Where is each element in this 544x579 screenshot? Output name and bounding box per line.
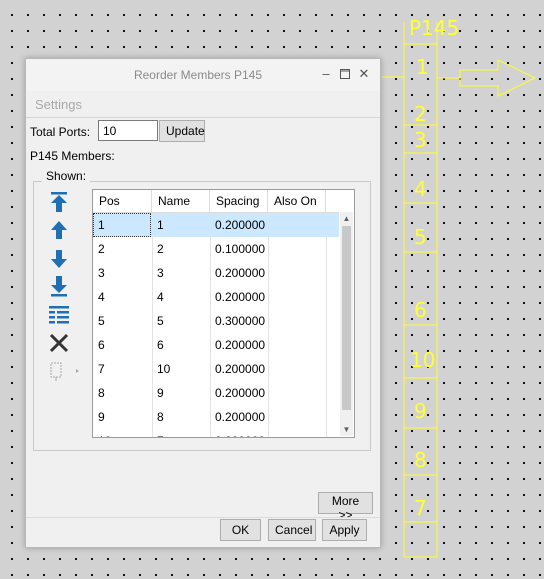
table-row[interactable]: 8 9 0.200000 — [93, 381, 339, 405]
schematic-pin-label: 2 — [414, 102, 427, 126]
list-icon[interactable] — [48, 304, 70, 326]
cell-name: 1 — [157, 218, 164, 232]
column-header-also-on[interactable]: Also On — [268, 190, 326, 212]
cell-spacing: 0.200000 — [215, 338, 266, 352]
move-down-icon[interactable] — [48, 248, 70, 270]
table-header: Pos Name Spacing Also On — [93, 190, 339, 213]
cell-also-on — [268, 309, 326, 333]
cell-name: 2 — [157, 242, 164, 256]
cell-pos: 7 — [98, 362, 105, 376]
members-label: P145 Members: — [30, 149, 115, 163]
column-header-pos[interactable]: Pos — [93, 190, 152, 212]
cell-pos: 6 — [98, 338, 105, 352]
maximize-icon[interactable] — [337, 66, 353, 82]
reorder-members-dialog: Reorder Members P145 – ✕ Settings Total … — [25, 58, 381, 548]
schematic-pin-label: 6 — [414, 298, 427, 322]
cell-spacing: 0.200000 — [210, 429, 268, 437]
table-row[interactable]: 3 3 0.200000 — [93, 261, 339, 285]
schematic-pin-label: 7 — [414, 496, 427, 520]
cell-name: 7 — [152, 429, 210, 437]
dialog-title: Reorder Members P145 — [133, 68, 263, 82]
schematic-pin-label: 9 — [414, 399, 427, 423]
cell-spacing: 0.200000 — [215, 218, 266, 232]
schematic-pin-label: 3 — [414, 128, 427, 152]
cell-also-on — [268, 237, 326, 261]
cell-pos: 4 — [98, 290, 105, 304]
members-table[interactable]: Pos Name Spacing Also On 1 1 0.200000 2 2 0.1… — [92, 189, 355, 438]
apply-button[interactable]: Apply — [322, 519, 367, 541]
cell-spacing: 0.100000 — [215, 242, 266, 256]
table-row[interactable]: 7 10 0.200000 — [93, 357, 339, 381]
cancel-button[interactable]: Cancel — [268, 519, 316, 541]
ok-button[interactable]: OK — [220, 519, 261, 541]
cell-pos: 5 — [98, 314, 105, 328]
scroll-up-icon[interactable]: ▲ — [340, 212, 353, 225]
table-row[interactable]: 6 6 0.200000 — [93, 333, 339, 357]
cell-name: 10 — [157, 362, 171, 376]
table-row[interactable]: 4 4 0.200000 — [93, 285, 339, 309]
cell-also-on — [268, 357, 326, 381]
cell-pos: 2 — [98, 242, 105, 256]
cell-also-on — [268, 333, 326, 357]
cell-name: 3 — [157, 266, 164, 280]
cell-also-on — [268, 429, 326, 437]
close-icon[interactable]: ✕ — [356, 66, 372, 82]
table-row[interactable]: 1070.200000 — [93, 429, 339, 437]
move-to-bottom-icon[interactable] — [48, 275, 70, 297]
table-scrollbar[interactable]: ▲ ▼ — [340, 212, 353, 436]
more-button[interactable]: More >> — [318, 492, 373, 522]
cell-name: 6 — [157, 338, 164, 352]
table-row[interactable]: 1 1 0.200000 — [93, 213, 339, 237]
schematic-component-label: P145 — [409, 16, 460, 40]
cell-also-on — [268, 405, 326, 429]
cell-spacing: 0.200000 — [215, 290, 266, 304]
cell-pos: 3 — [98, 266, 105, 280]
total-ports-input[interactable] — [98, 120, 158, 141]
scroll-down-icon[interactable]: ▼ — [340, 423, 353, 436]
member-menu-icon[interactable] — [48, 360, 82, 382]
menu-divider — [26, 117, 380, 118]
settings-menu[interactable]: Settings — [35, 97, 82, 112]
update-button[interactable]: Update — [159, 120, 205, 142]
schematic-pin-label: 4 — [414, 177, 427, 201]
cell-pos: 8 — [98, 386, 105, 400]
cell-pos: 10 — [93, 429, 152, 437]
scrollbar-thumb[interactable] — [342, 226, 351, 410]
cell-name: 5 — [157, 314, 164, 328]
cell-spacing: 0.200000 — [215, 266, 266, 280]
schematic-pin-label: 5 — [414, 225, 427, 249]
table-row[interactable]: 2 2 0.100000 — [93, 237, 339, 261]
cell-also-on — [268, 261, 326, 285]
cell-spacing: 0.200000 — [215, 362, 266, 376]
cell-also-on — [268, 285, 326, 309]
cell-spacing: 0.200000 — [215, 410, 266, 424]
cell-name: 9 — [157, 386, 164, 400]
cell-name: 8 — [157, 410, 164, 424]
table-row[interactable]: 9 8 0.200000 — [93, 405, 339, 429]
cell-spacing: 0.200000 — [215, 386, 266, 400]
cell-also-on — [268, 381, 326, 405]
minimize-icon[interactable]: – — [318, 66, 334, 82]
cell-pos: 1 — [98, 218, 105, 232]
cell-spacing: 0.300000 — [215, 314, 266, 328]
total-ports-label: Total Ports: — [30, 125, 91, 139]
cell-pos: 9 — [98, 410, 105, 424]
move-to-top-icon[interactable] — [48, 191, 70, 213]
column-header-spacing[interactable]: Spacing — [210, 190, 268, 212]
dialog-titlebar[interactable]: Reorder Members P145 – ✕ — [26, 59, 380, 91]
shown-label: Shown: — [42, 169, 91, 183]
schematic-pin-label: 8 — [414, 448, 427, 472]
schematic-pin-label: 10 — [410, 348, 436, 372]
cell-also-on — [268, 213, 326, 237]
delete-icon[interactable] — [48, 332, 70, 354]
table-row[interactable]: 5 5 0.300000 — [93, 309, 339, 333]
cell-name: 4 — [157, 290, 164, 304]
schematic-pin-label: 1 — [416, 55, 429, 79]
column-header-name[interactable]: Name — [152, 190, 210, 212]
move-up-icon[interactable] — [48, 219, 70, 241]
